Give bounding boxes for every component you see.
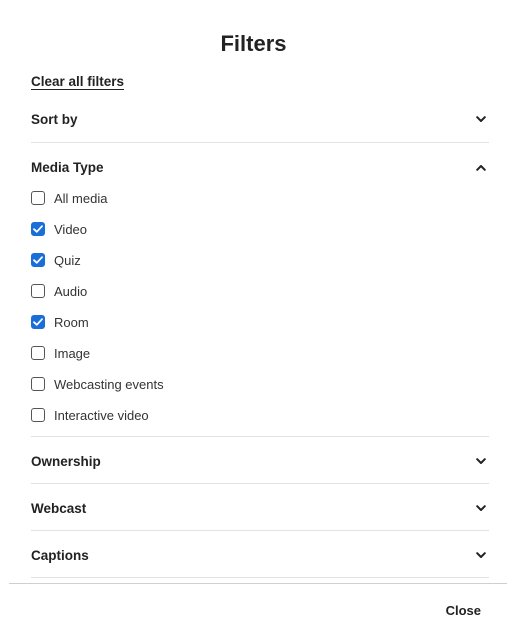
section-header-ownership[interactable]: Ownership [31,449,489,473]
section-label-webcast: Webcast [31,500,87,516]
section-divider [31,530,489,531]
close-button[interactable]: Close [446,603,481,618]
section-header-sort-by[interactable]: Sort by [31,107,489,131]
section-divider [31,577,489,578]
section-label-sort-by: Sort by [31,111,78,127]
checkbox-label: Audio [54,283,88,299]
checkbox-webcasting-events[interactable]: Webcasting events [31,375,164,393]
section-divider [31,142,489,143]
checkbox-checked[interactable] [31,253,45,267]
checkbox-label: Quiz [54,252,81,268]
section-label-captions: Captions [31,547,89,563]
checkbox-unchecked[interactable] [31,284,45,298]
checkbox-label: Room [54,314,89,330]
checkbox-checked[interactable] [31,222,45,236]
chevron-up-icon [475,161,487,173]
checkbox-label: Webcasting events [54,376,164,392]
checkbox-label: Video [54,221,88,237]
filters-dialog: Filters Clear all filters Sort by Media … [0,0,507,644]
dialog-title: Filters [220,31,287,56]
checkbox-audio[interactable]: Audio [31,282,87,300]
checkbox-unchecked[interactable] [31,191,45,205]
chevron-down-icon [475,549,487,561]
checkbox-room[interactable]: Room [31,313,89,331]
checkbox-label: All media [54,190,108,206]
checkmark-icon [33,318,43,326]
section-header-webcast[interactable]: Webcast [31,496,489,520]
checkbox-label: Image [54,345,91,361]
chevron-down-icon [475,113,487,125]
section-label-media-type: Media Type [31,159,104,175]
clear-all-filters-link[interactable]: Clear all filters [31,74,124,89]
checkbox-unchecked[interactable] [31,346,45,360]
checkmark-icon [33,225,43,233]
checkbox-unchecked[interactable] [31,408,45,422]
section-divider [31,436,489,437]
checkbox-video[interactable]: Video [31,220,87,238]
checkbox-all-media[interactable]: All media [31,189,107,207]
checkmark-icon [33,256,43,264]
checkbox-checked[interactable] [31,315,45,329]
chevron-down-icon [475,455,487,467]
checkbox-quiz[interactable]: Quiz [31,251,81,269]
checkbox-unchecked[interactable] [31,377,45,391]
section-header-media-type[interactable]: Media Type [31,155,489,179]
chevron-down-icon [475,502,487,514]
footer-divider [9,583,507,584]
section-divider [31,483,489,484]
checkbox-label: Interactive video [54,407,149,423]
checkbox-image[interactable]: Image [31,344,90,362]
section-header-captions[interactable]: Captions [31,543,489,567]
checkbox-interactive-video[interactable]: Interactive video [31,406,149,424]
section-label-ownership: Ownership [31,453,101,469]
